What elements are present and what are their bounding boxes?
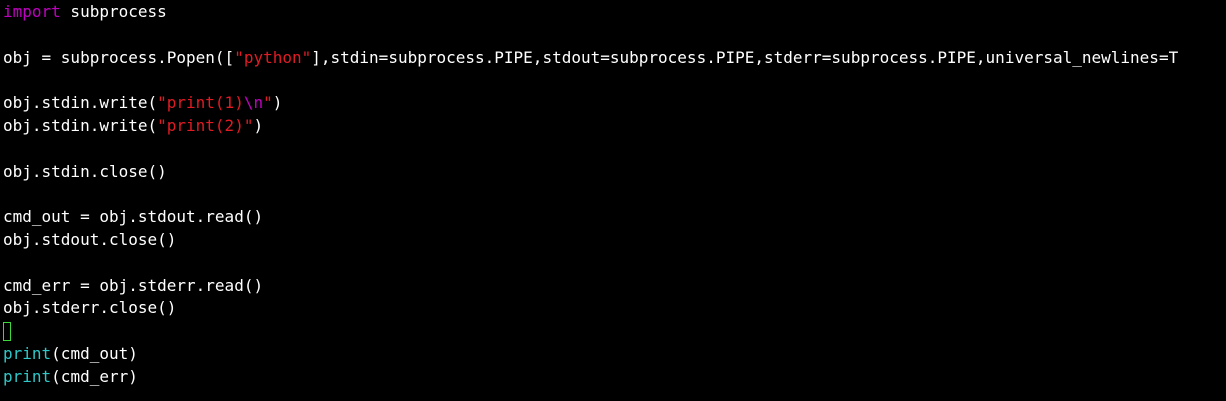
string-literal: "print(1) <box>157 93 244 113</box>
code-editor[interactable]: import subprocess obj = subprocess.Popen… <box>0 0 1226 401</box>
code-line: obj.stdout.close() <box>3 229 1226 252</box>
cursor-line <box>3 320 1226 343</box>
string-literal: "print(2)" <box>157 115 254 135</box>
code-line: obj.stdin.write("print(2)") <box>3 115 1226 138</box>
code-line: import subprocess <box>3 1 1226 24</box>
code-text: ) <box>253 115 264 135</box>
code-text: obj.stdout.close() <box>3 229 177 249</box>
code-line: obj.stderr.close() <box>3 297 1226 320</box>
builtin-print: print <box>3 366 52 386</box>
code-text: cmd_out = obj.stdout.read() <box>3 207 264 227</box>
code-text: obj.stdin.close() <box>3 161 167 181</box>
code-text: obj.stdin.write( <box>3 115 158 135</box>
code-line: print(cmd_err) <box>3 366 1226 389</box>
code-line: print(cmd_out) <box>3 343 1226 366</box>
builtin-print: print <box>3 343 52 363</box>
code-line: cmd_out = obj.stdout.read() <box>3 206 1226 229</box>
code-text: obj = subprocess.Popen([ <box>3 47 235 67</box>
string-literal-end: " <box>263 93 273 113</box>
string-literal: "python" <box>234 47 312 67</box>
escape-sequence: \n <box>243 93 264 113</box>
code-line: obj = subprocess.Popen(["python"],stdin=… <box>3 47 1226 70</box>
code-text: cmd_err = obj.stderr.read() <box>3 275 264 295</box>
text-cursor <box>3 322 11 342</box>
keyword-import: import <box>3 2 61 21</box>
code-text: (cmd_err) <box>51 366 138 386</box>
code-text: subprocess <box>60 2 167 21</box>
code-text: (cmd_out) <box>51 343 138 363</box>
code-text: ) <box>272 93 283 113</box>
code-line: obj.stdin.write("print(1)\n") <box>3 92 1226 115</box>
code-text: ],stdin=subprocess.PIPE,stdout=subproces… <box>311 47 1179 67</box>
code-text: obj.stdin.write( <box>3 93 158 113</box>
code-text: obj.stderr.close() <box>3 298 177 318</box>
code-line: obj.stdin.close() <box>3 161 1226 184</box>
code-line: cmd_err = obj.stderr.read() <box>3 275 1226 298</box>
